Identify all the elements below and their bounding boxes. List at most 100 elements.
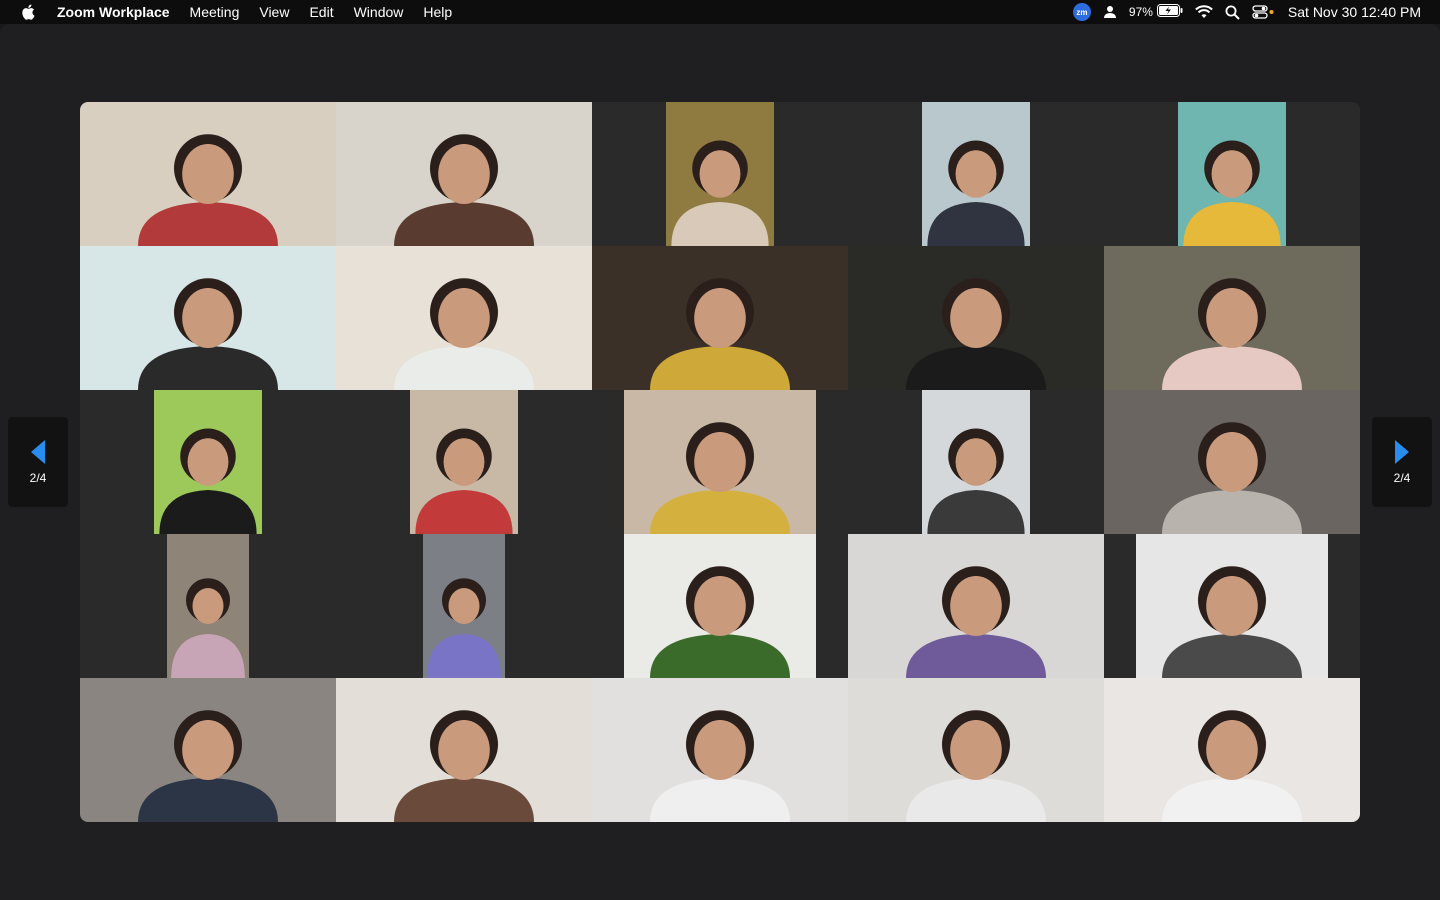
control-center-icon[interactable] xyxy=(1252,0,1274,24)
participant-tile[interactable] xyxy=(592,678,848,822)
participant-video xyxy=(167,534,249,678)
zoom-meeting-window: 2/4 2/4 xyxy=(0,24,1440,900)
participant-tile[interactable] xyxy=(1104,390,1360,534)
participant-video xyxy=(336,246,592,390)
next-page-button[interactable]: 2/4 xyxy=(1372,417,1432,507)
participant-tile[interactable] xyxy=(1104,534,1360,678)
participant-silhouette xyxy=(1183,140,1281,246)
participant-silhouette xyxy=(1162,566,1302,678)
participant-video xyxy=(666,102,774,246)
previous-page-button[interactable]: 2/4 xyxy=(8,417,68,507)
battery-percent: 97% xyxy=(1128,5,1153,19)
participant-silhouette xyxy=(394,134,534,246)
participant-tile[interactable] xyxy=(1104,102,1360,246)
participant-silhouette xyxy=(159,428,257,534)
participant-silhouette xyxy=(650,566,790,678)
participant-silhouette xyxy=(650,278,790,390)
participant-tile[interactable] xyxy=(848,390,1104,534)
participant-silhouette xyxy=(138,710,278,822)
participant-tile[interactable] xyxy=(80,534,336,678)
participant-silhouette xyxy=(394,278,534,390)
participant-video xyxy=(80,102,336,246)
participant-silhouette xyxy=(1162,278,1302,390)
participant-silhouette xyxy=(927,140,1025,246)
participant-tile[interactable] xyxy=(592,102,848,246)
chevron-left-icon xyxy=(28,439,48,465)
participant-tile[interactable] xyxy=(336,390,592,534)
participant-tile[interactable] xyxy=(336,102,592,246)
menu-window[interactable]: Window xyxy=(344,0,414,24)
participant-video xyxy=(624,534,816,678)
participant-video xyxy=(154,390,262,534)
participant-video xyxy=(592,678,848,822)
participant-video xyxy=(592,246,848,390)
battery-icon xyxy=(1156,4,1183,20)
battery-status[interactable]: 97% xyxy=(1129,0,1183,24)
chevron-right-icon xyxy=(1392,439,1412,465)
participant-silhouette xyxy=(138,278,278,390)
participant-tile[interactable] xyxy=(80,246,336,390)
participant-tile[interactable] xyxy=(1104,678,1360,822)
participant-video xyxy=(1178,102,1286,246)
spotlight-search-icon[interactable] xyxy=(1225,0,1240,24)
participant-video xyxy=(848,678,1104,822)
participant-video xyxy=(336,102,592,246)
participant-silhouette xyxy=(906,710,1046,822)
participant-video xyxy=(80,678,336,822)
participant-video xyxy=(1136,534,1328,678)
participant-video xyxy=(336,678,592,822)
participant-tile[interactable] xyxy=(80,678,336,822)
participant-silhouette xyxy=(394,710,534,822)
participant-silhouette xyxy=(650,422,790,534)
participant-tile[interactable] xyxy=(592,246,848,390)
participant-tile[interactable] xyxy=(80,102,336,246)
participant-video xyxy=(922,102,1030,246)
participant-silhouette xyxy=(906,566,1046,678)
participant-video xyxy=(1104,678,1360,822)
participant-tile[interactable] xyxy=(848,534,1104,678)
participant-video xyxy=(80,246,336,390)
participant-tile[interactable] xyxy=(336,534,592,678)
participant-tile[interactable] xyxy=(592,390,848,534)
participant-tile[interactable] xyxy=(336,246,592,390)
participant-video xyxy=(922,390,1030,534)
participant-video xyxy=(848,246,1104,390)
participant-tile[interactable] xyxy=(80,390,336,534)
participant-video xyxy=(848,534,1104,678)
participant-video xyxy=(624,390,816,534)
participant-silhouette xyxy=(671,140,769,246)
wifi-icon[interactable] xyxy=(1195,0,1213,24)
participant-silhouette xyxy=(427,578,501,678)
participant-silhouette xyxy=(650,710,790,822)
participant-video xyxy=(1104,390,1360,534)
participant-silhouette xyxy=(927,428,1025,534)
participant-tile[interactable] xyxy=(848,246,1104,390)
participant-silhouette xyxy=(138,134,278,246)
zoom-badge: zm xyxy=(1072,3,1091,21)
participant-silhouette xyxy=(906,278,1046,390)
menu-zoom-workplace[interactable]: Zoom Workplace xyxy=(51,0,180,24)
participant-tile[interactable] xyxy=(848,678,1104,822)
previous-page-label: 2/4 xyxy=(29,471,47,485)
participant-tile[interactable] xyxy=(336,678,592,822)
menu-help[interactable]: Help xyxy=(413,0,462,24)
participant-silhouette xyxy=(171,578,245,678)
menu-view[interactable]: View xyxy=(249,0,299,24)
participant-video xyxy=(423,534,505,678)
apple-logo-icon[interactable] xyxy=(19,0,37,24)
user-icon[interactable] xyxy=(1103,0,1117,24)
menu-meeting[interactable]: Meeting xyxy=(180,0,250,24)
participant-tile[interactable] xyxy=(848,102,1104,246)
gallery-view xyxy=(80,102,1360,822)
participant-tile[interactable] xyxy=(592,534,848,678)
menu-bar-clock[interactable]: Sat Nov 30 12:40 PM xyxy=(1288,4,1421,20)
zoom-status-icon[interactable]: zm xyxy=(1072,0,1091,24)
participant-silhouette xyxy=(1162,422,1302,534)
menu-bar: Zoom Workplace Meeting View Edit Window … xyxy=(0,0,1440,24)
next-page-label: 2/4 xyxy=(1393,471,1411,485)
participant-video xyxy=(1104,246,1360,390)
participant-silhouette xyxy=(1162,710,1302,822)
menu-edit[interactable]: Edit xyxy=(299,0,343,24)
participant-tile[interactable] xyxy=(1104,246,1360,390)
participant-video xyxy=(410,390,518,534)
